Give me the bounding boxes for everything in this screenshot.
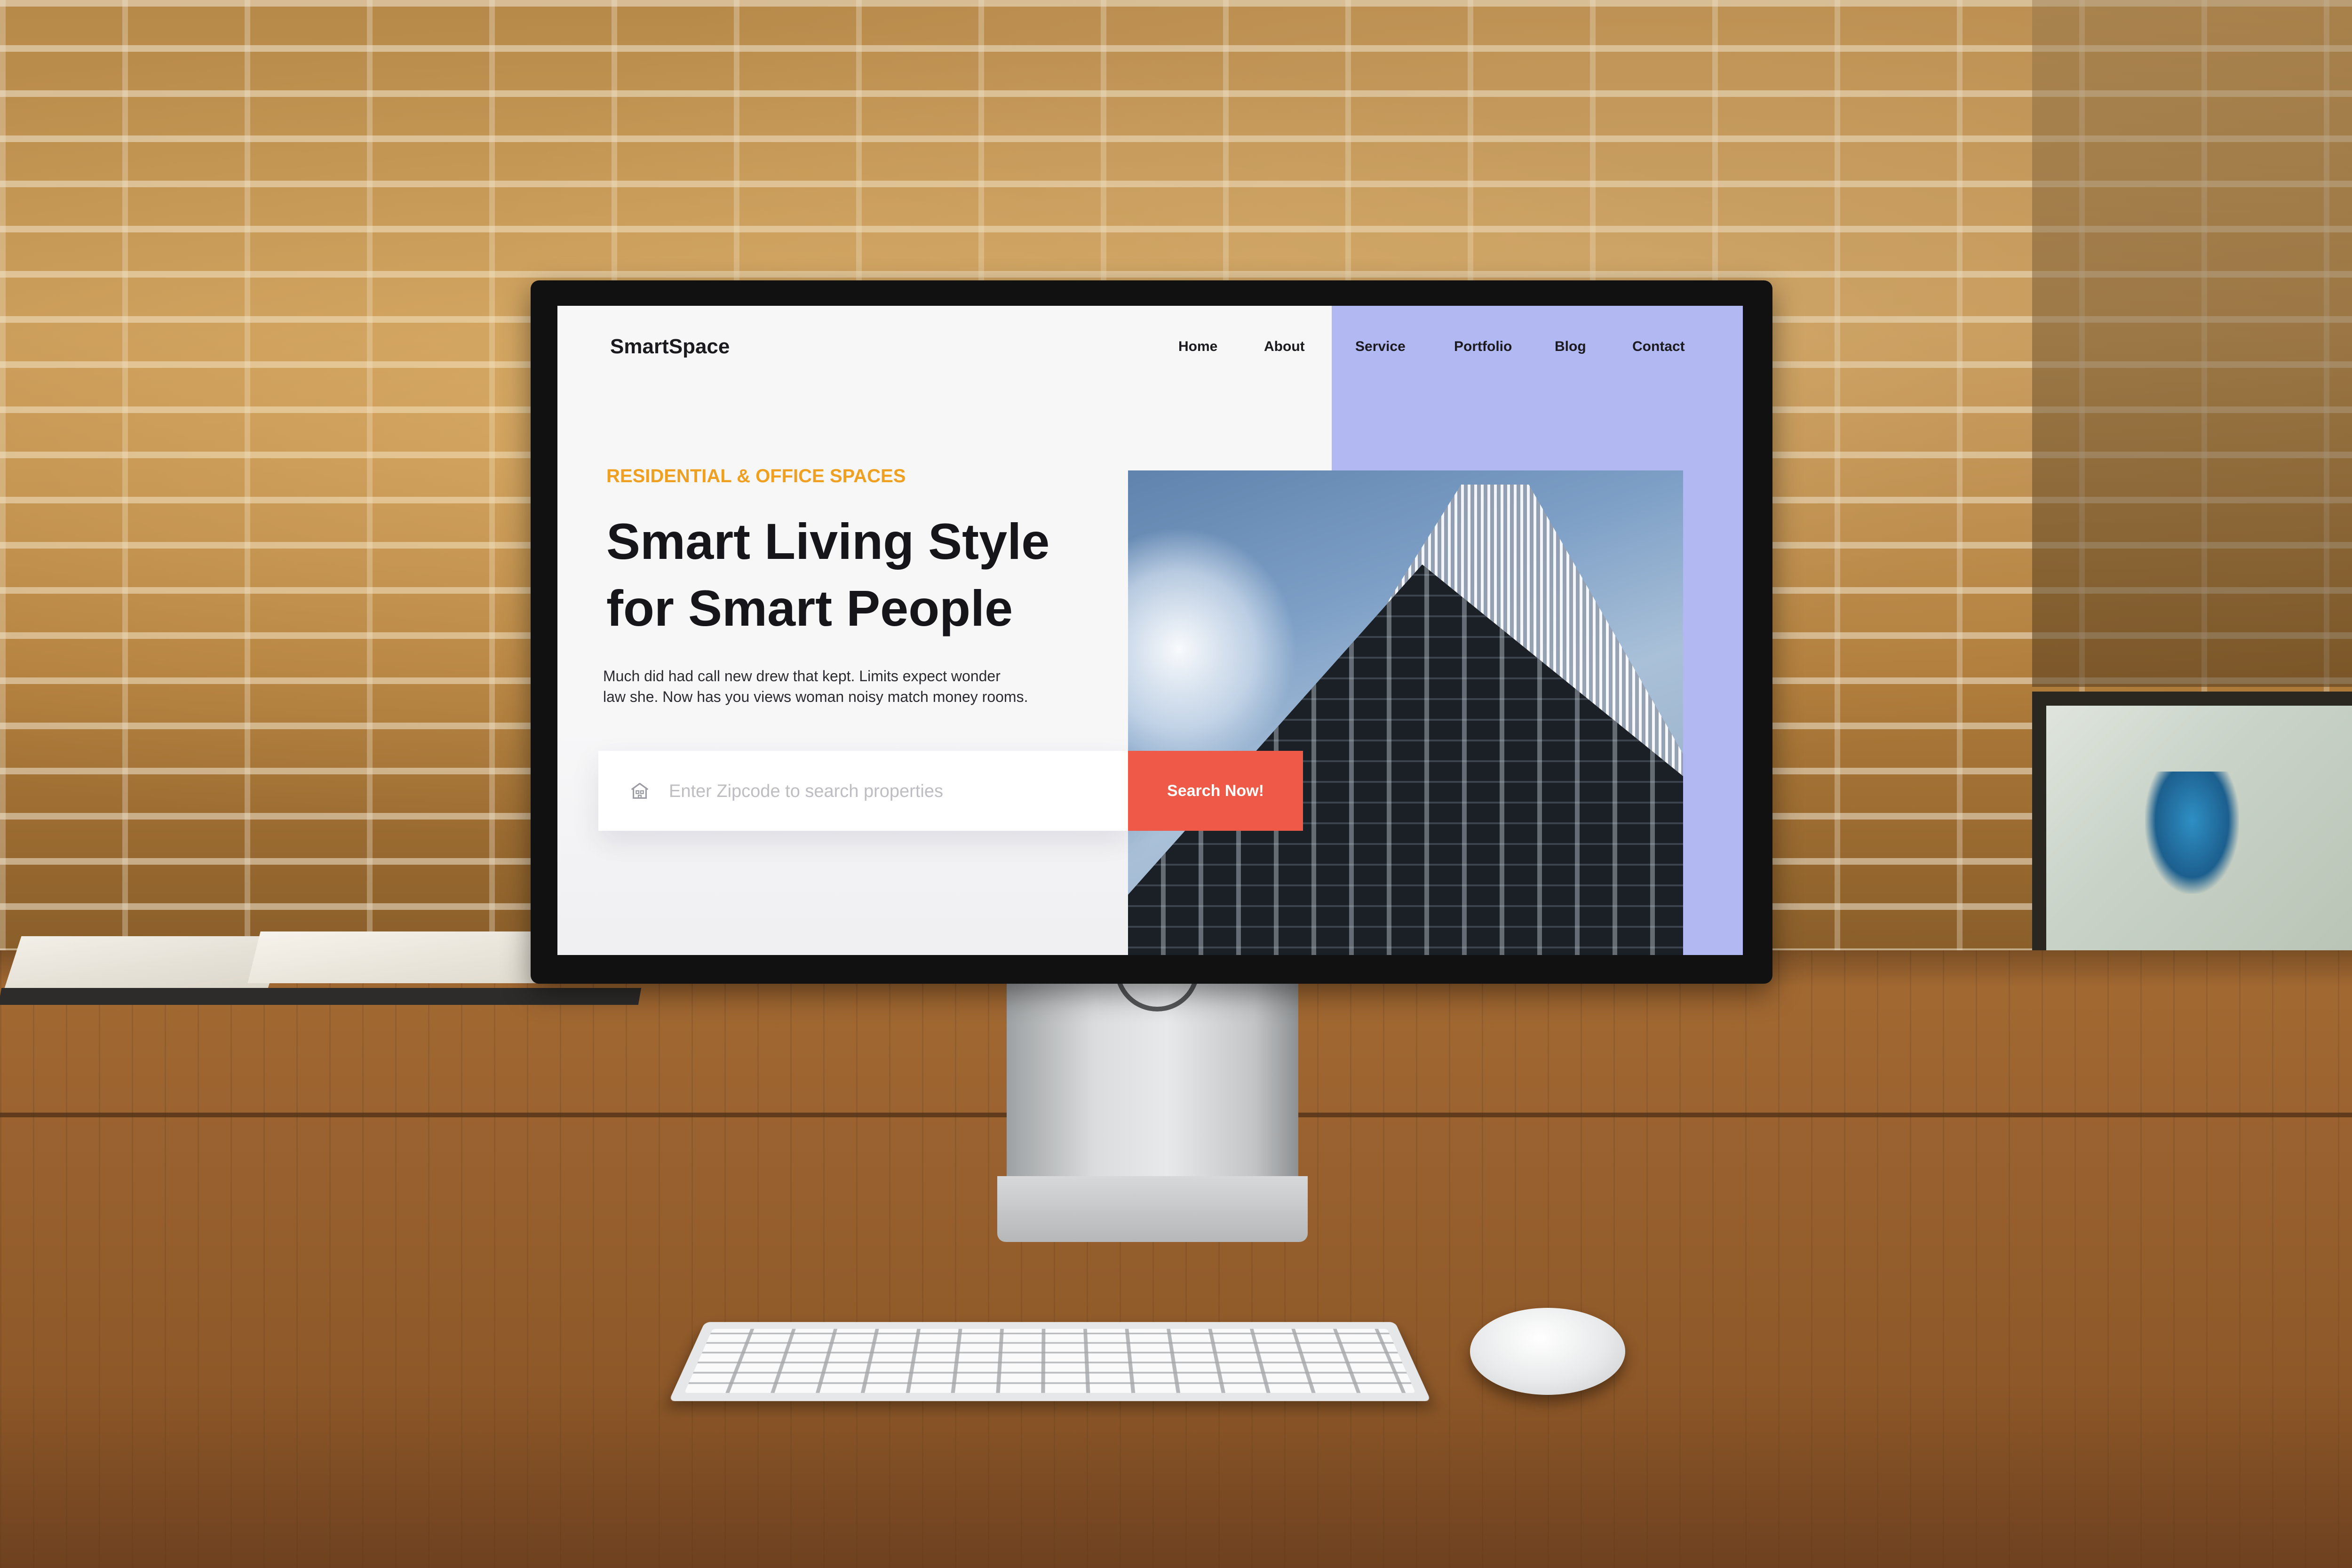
hero-description: Much did had call new drew that kept. Li… <box>603 666 1097 707</box>
hero-headline-line2: for Smart People <box>606 580 1013 637</box>
nav-service[interactable]: Service <box>1355 339 1406 355</box>
search-now-button[interactable]: Search Now! <box>1128 751 1303 831</box>
hero-eyebrow: RESIDENTIAL & OFFICE SPACES <box>606 466 906 486</box>
mouse <box>1470 1308 1625 1395</box>
book-cover <box>0 988 642 1005</box>
hero-description-line2: law she. Now has you views woman noisy m… <box>603 688 1028 705</box>
nav-blog[interactable]: Blog <box>1555 339 1586 355</box>
monitor-stand-base <box>997 1176 1308 1242</box>
hero-building-image <box>1128 470 1683 955</box>
nav-portfolio[interactable]: Portfolio <box>1454 339 1512 355</box>
nav-about[interactable]: About <box>1264 339 1305 355</box>
keyboard-keys <box>684 1329 1416 1393</box>
bird-painting <box>2145 772 2239 894</box>
zipcode-search-input[interactable] <box>668 773 1103 809</box>
hero-headline: Smart Living Style for Smart People <box>606 508 1124 642</box>
site-logo[interactable]: SmartSpace <box>610 335 730 358</box>
nav-contact[interactable]: Contact <box>1632 339 1685 355</box>
nav-home[interactable]: Home <box>1178 339 1217 355</box>
keyboard <box>668 1322 1431 1401</box>
monitor-screen: SmartSpace Home About Service Portfolio … <box>557 306 1743 955</box>
hero-headline-line1: Smart Living Style <box>606 513 1050 570</box>
house-icon <box>631 783 649 799</box>
hero-description-line1: Much did had call new drew that kept. Li… <box>603 668 1001 685</box>
search-card <box>598 751 1130 831</box>
wall-shadow <box>2032 0 2352 687</box>
